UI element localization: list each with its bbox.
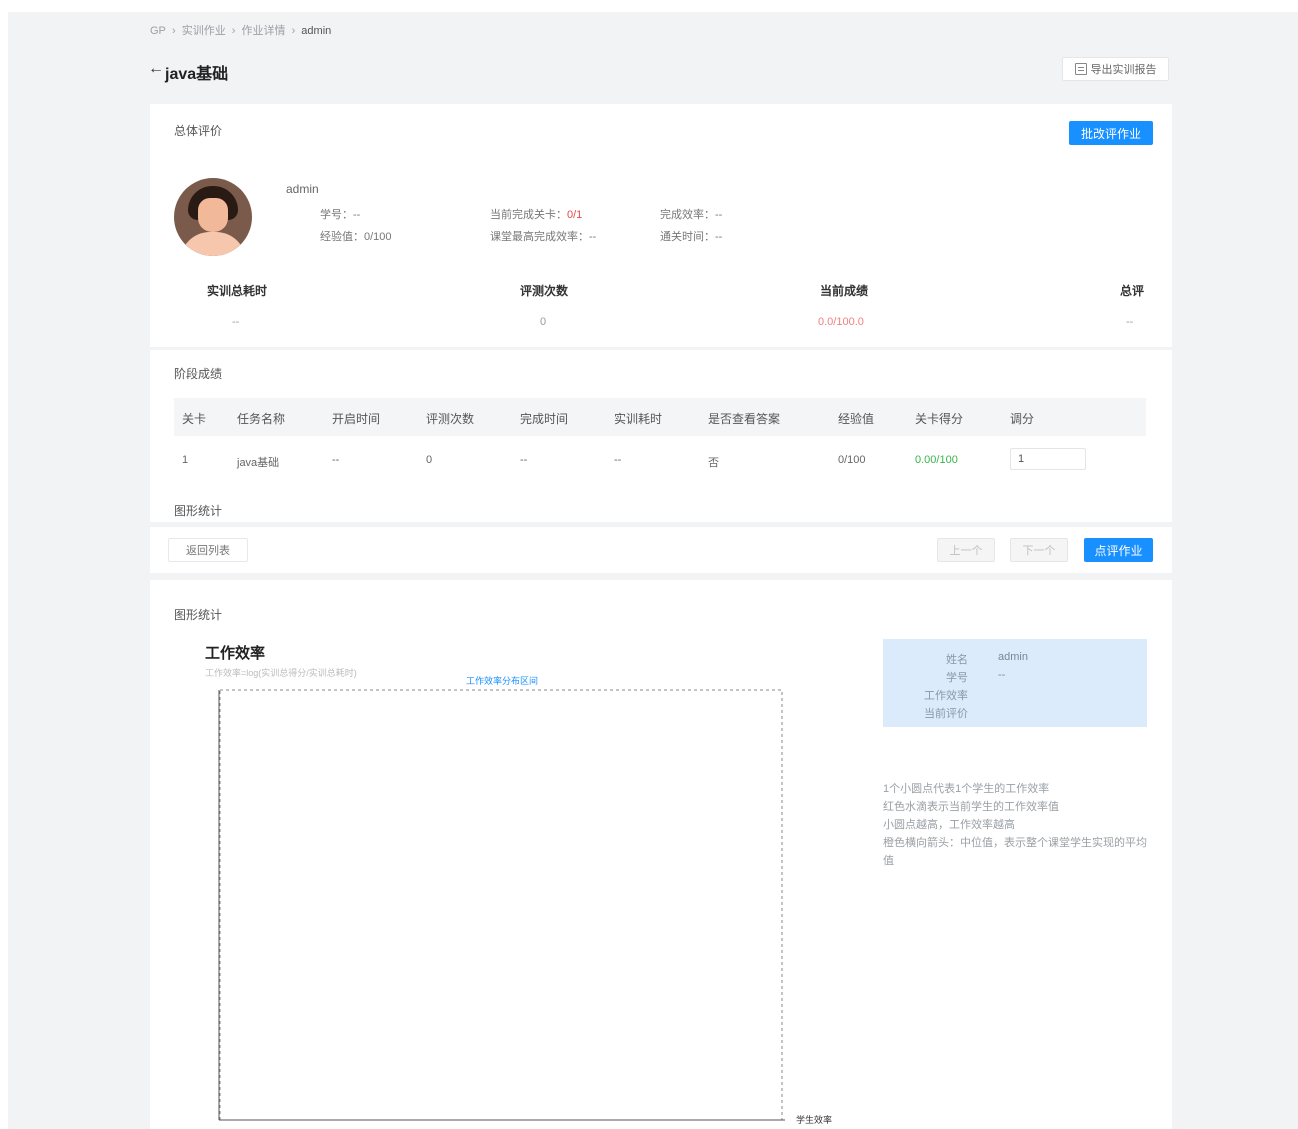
adjust-grade-button[interactable]: 批改评作业 bbox=[1069, 121, 1153, 145]
column-header: 任务名称 bbox=[237, 412, 286, 426]
column-header: 评测次数 bbox=[426, 412, 475, 426]
column-header: 开启时间 bbox=[332, 412, 381, 426]
column-header: 完成时间 bbox=[520, 412, 569, 426]
pass-time: 通关时间：-- bbox=[660, 231, 723, 243]
column-header: 关卡得分 bbox=[915, 412, 964, 426]
stats-label: 图形统计 bbox=[174, 504, 223, 518]
chart-description: 1个小圆点代表1个学生的工作效率 红色水滴表示当前学生的工作效率值 小圆点越高，… bbox=[883, 780, 1151, 870]
stage-card bbox=[150, 350, 1172, 522]
page-title: java基础 bbox=[165, 66, 229, 83]
stat-header: 评测次数 bbox=[520, 284, 569, 298]
tooltip-label: 学号 bbox=[946, 672, 968, 684]
table-cell: -- bbox=[332, 454, 340, 466]
tooltip-label: 姓名 bbox=[946, 654, 968, 666]
column-header: 关卡 bbox=[182, 412, 207, 426]
class-rate: 课堂最高完成效率：-- bbox=[490, 231, 597, 243]
breadcrumb-sep: › bbox=[291, 25, 296, 37]
chart-title: 工作效率 bbox=[205, 645, 266, 662]
export-report-button[interactable]: 导出实训报告 bbox=[1062, 57, 1169, 81]
efficiency-chart: 工作效率分布区间 学生效率 bbox=[218, 675, 832, 1125]
chart-legend: 工作效率分布区间 bbox=[466, 675, 538, 686]
avatar bbox=[174, 178, 252, 256]
student-no: 学号：-- bbox=[320, 209, 361, 221]
breadcrumb: GP › 实训作业 › 作业详情 › admin bbox=[150, 22, 334, 38]
column-header: 调分 bbox=[1010, 412, 1035, 426]
document-icon bbox=[1074, 63, 1087, 75]
stage-label: 阶段成绩 bbox=[174, 367, 223, 381]
export-label: 导出实训报告 bbox=[1090, 64, 1157, 76]
current-level-label: 当前完成关卡： bbox=[490, 209, 567, 221]
table-cell: -- bbox=[614, 454, 622, 466]
back-arrow-icon[interactable]: ← bbox=[148, 60, 164, 78]
table-cell: java基础 bbox=[237, 457, 280, 469]
efficiency: 完成效率：-- bbox=[660, 209, 723, 221]
overall-label: 总体评价 bbox=[174, 124, 223, 138]
score-adjust-input[interactable]: 1 bbox=[1010, 448, 1086, 470]
chart-section-label: 图形统计 bbox=[174, 608, 223, 622]
column-header: 实训耗时 bbox=[614, 412, 663, 426]
stat-header: 实训总耗时 bbox=[207, 284, 268, 298]
grade-button[interactable]: 点评作业 bbox=[1084, 538, 1153, 562]
description-line: 1个小圆点代表1个学生的工作效率 bbox=[883, 783, 1050, 795]
breadcrumb-sep: › bbox=[231, 25, 236, 37]
table-cell: 否 bbox=[708, 457, 719, 469]
breadcrumb-item[interactable]: 实训作业 bbox=[182, 25, 226, 37]
column-header: 是否查看答案 bbox=[708, 412, 781, 426]
distribution-region bbox=[219, 689, 783, 1121]
exp-value: 经验值：0/100 bbox=[320, 231, 392, 243]
column-header: 经验值 bbox=[838, 412, 875, 426]
table-cell: -- bbox=[520, 454, 528, 466]
stat-value: -- bbox=[1126, 316, 1134, 328]
stat-header: 当前成绩 bbox=[820, 284, 869, 298]
breadcrumb-current: admin bbox=[301, 25, 332, 37]
table-cell: 0.00/100 bbox=[915, 454, 958, 466]
back-to-list-button[interactable]: 返回列表 bbox=[168, 538, 248, 562]
overall-card bbox=[150, 104, 1172, 347]
next-button[interactable]: 下一个 bbox=[1010, 538, 1068, 562]
prev-button[interactable]: 上一个 bbox=[937, 538, 995, 562]
breadcrumb-sep: › bbox=[171, 25, 176, 37]
tooltip-label: 工作效率 bbox=[924, 690, 968, 702]
current-level: 当前完成关卡：0/1 bbox=[490, 206, 582, 222]
stat-header: 总评 bbox=[1120, 284, 1145, 298]
tooltip-value: -- bbox=[998, 669, 1006, 681]
table-cell: 0/100 bbox=[838, 454, 866, 466]
username: admin bbox=[286, 182, 319, 196]
tooltip-value: admin bbox=[998, 651, 1028, 663]
stat-value: 0 bbox=[540, 316, 547, 328]
table-cell: 0 bbox=[426, 454, 433, 466]
tooltip-label: 当前评价 bbox=[924, 708, 968, 720]
breadcrumb-item[interactable]: 作业详情 bbox=[242, 25, 286, 37]
breadcrumb-item[interactable]: GP bbox=[150, 25, 166, 37]
description-line: 小圆点越高，工作效率越高 bbox=[883, 819, 1015, 831]
x-axis-label: 学生效率 bbox=[796, 1114, 832, 1125]
description-line: 橙色横向箭头：中位值，表示整个课堂学生实现的平均值 bbox=[883, 837, 1147, 867]
table-cell: 1 bbox=[182, 454, 189, 466]
description-line: 红色水滴表示当前学生的工作效率值 bbox=[883, 801, 1059, 813]
current-level-value: 0/1 bbox=[567, 209, 583, 221]
stat-value: -- bbox=[232, 316, 240, 328]
stat-value: 0.0/100.0 bbox=[818, 316, 864, 328]
